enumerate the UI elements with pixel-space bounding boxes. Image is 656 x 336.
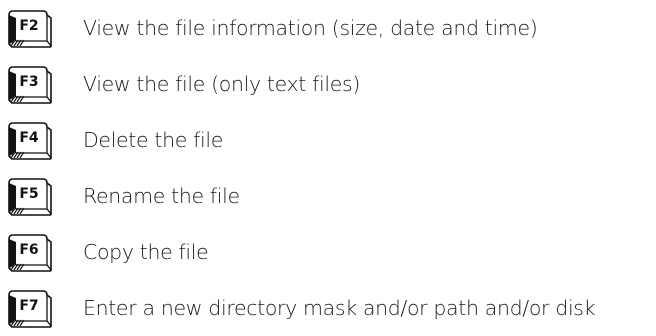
keycap-graphic: F5 <box>8 178 52 216</box>
f5-key-icon: F5 <box>5 176 55 216</box>
key-row-f5: F5 Rename the file <box>5 168 653 224</box>
keycap-graphic: F6 <box>8 234 52 272</box>
key-description: Copy the file <box>83 240 209 264</box>
key-description: View the file information (size, date an… <box>83 16 538 40</box>
key-row-f4: F4 Delete the file <box>5 112 653 168</box>
keycap-graphic: F2 <box>8 10 52 48</box>
key-row-f7: F7 Enter a new directory mask and/or pat… <box>5 280 653 336</box>
key-label: F6 <box>19 242 38 258</box>
function-key-list: F2 View the file information (size, date… <box>5 0 653 336</box>
key-label: F5 <box>19 186 38 202</box>
key-description: Rename the file <box>83 184 240 208</box>
key-row-f2: F2 View the file information (size, date… <box>5 0 653 56</box>
f3-key-icon: F3 <box>5 64 55 104</box>
key-label: F2 <box>19 18 38 34</box>
f4-key-icon: F4 <box>5 120 55 160</box>
key-description: Enter a new directory mask and/or path a… <box>83 296 596 320</box>
key-row-f3: F3 View the file (only text files) <box>5 56 653 112</box>
key-description: View the file (only text files) <box>83 72 360 96</box>
key-row-f6: F6 Copy the file <box>5 224 653 280</box>
keycap-graphic: F4 <box>8 122 52 160</box>
keycap-graphic: F3 <box>8 66 52 104</box>
f6-key-icon: F6 <box>5 232 55 272</box>
key-label: F4 <box>19 130 39 146</box>
keycap-graphic: F7 <box>8 290 52 328</box>
f2-key-icon: F2 <box>5 8 55 48</box>
key-description: Delete the file <box>83 128 224 152</box>
key-label: F7 <box>19 298 38 314</box>
key-label: F3 <box>19 74 38 90</box>
f7-key-icon: F7 <box>5 288 55 328</box>
